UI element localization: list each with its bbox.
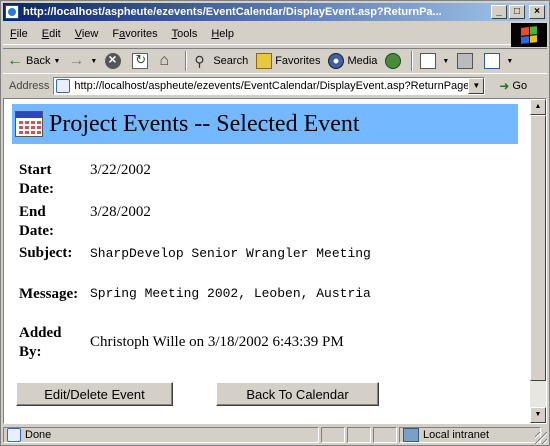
status-text: Done — [25, 429, 52, 441]
edit-page-icon — [484, 53, 501, 69]
menu-edit[interactable]: Edit — [35, 28, 68, 40]
page-icon — [56, 79, 71, 93]
scroll-down-button[interactable]: ▼ — [530, 407, 546, 423]
mail-button[interactable]: ▼ — [416, 50, 453, 72]
window-title: http://localhost/aspheute/ezevents/Event… — [23, 6, 442, 18]
resize-grip-icon[interactable] — [535, 432, 547, 444]
security-zone-text: Local intranet — [423, 429, 490, 441]
stop-button[interactable] — [101, 50, 128, 72]
back-to-calendar-button[interactable]: Back To Calendar — [216, 382, 379, 406]
chevron-down-icon: ▼ — [442, 57, 450, 65]
forward-button[interactable]: ▼ — [64, 50, 101, 72]
status-bar: Done Local intranet — [3, 426, 547, 444]
end-date-value: 3/28/2002 — [90, 204, 151, 220]
edit-delete-event-button[interactable]: Edit/Delete Event — [16, 382, 173, 406]
intranet-zone-icon — [403, 428, 419, 442]
chevron-down-icon: ▼ — [53, 57, 61, 65]
subject-label: Subject: — [19, 245, 73, 261]
address-bar: Address http://localhost/aspheute/ezeven… — [3, 76, 547, 96]
search-icon — [194, 53, 210, 69]
scroll-up-button[interactable]: ▲ — [530, 99, 546, 115]
standard-toolbar: Back ▼ ▼ Search Favorites Media ▼ — [3, 48, 547, 74]
message-value: Spring Meeting 2002, Leoben, Austria — [90, 286, 371, 301]
edit-button[interactable]: ▼ — [480, 50, 517, 72]
print-button[interactable] — [453, 50, 480, 72]
window-controls: _ □ × — [489, 5, 545, 19]
chevron-down-icon: ▼ — [90, 57, 98, 65]
page-banner: Project Events -- Selected Event — [12, 104, 518, 144]
history-button[interactable] — [381, 50, 408, 72]
address-url: http://localhost/aspheute/ezevents/Event… — [74, 80, 471, 92]
start-date-label-line2: Date: — [19, 181, 54, 197]
history-icon — [385, 53, 402, 69]
media-icon — [328, 53, 345, 69]
added-by-label-line2: By: — [19, 344, 42, 360]
ie-page-icon — [5, 5, 19, 19]
address-input[interactable]: http://localhost/aspheute/ezevents/Event… — [53, 77, 486, 95]
toolbar-separator — [185, 51, 188, 71]
toolbar-separator — [411, 51, 414, 71]
added-by-label-line1: Added — [19, 325, 62, 341]
home-icon — [159, 53, 175, 69]
minimize-button[interactable]: _ — [491, 5, 507, 19]
scroll-thumb[interactable] — [530, 115, 546, 381]
search-button[interactable]: Search — [190, 50, 252, 72]
page-done-icon — [7, 428, 21, 442]
forward-arrow-icon — [68, 53, 84, 69]
status-pane-blank — [321, 427, 345, 443]
windows-logo-icon — [511, 23, 547, 47]
address-dropdown-button[interactable]: ▼ — [468, 78, 485, 94]
chevron-down-icon: ▼ — [506, 57, 514, 65]
status-text-pane: Done — [3, 427, 319, 443]
menu-help[interactable]: Help — [204, 28, 241, 40]
start-date-label-line1: Start — [19, 162, 52, 178]
calendar-icon — [15, 111, 43, 137]
security-zone-pane: Local intranet — [399, 427, 541, 443]
stop-icon — [105, 51, 122, 69]
close-button[interactable]: × — [529, 5, 545, 19]
favorites-icon — [256, 53, 273, 69]
menu-tools[interactable]: Tools — [165, 28, 205, 40]
added-by-value: Christoph Wille on 3/18/2002 6:43:39 PM — [90, 334, 344, 350]
mail-icon — [420, 53, 437, 69]
web-page: Project Events -- Selected Event Start D… — [4, 99, 530, 423]
back-arrow-icon — [7, 53, 23, 69]
refresh-icon — [132, 52, 149, 69]
menu-bar: File Edit View Favorites Tools Help — [3, 23, 547, 45]
menu-favorites[interactable]: Favorites — [105, 28, 164, 40]
back-button[interactable]: Back ▼ — [3, 50, 64, 72]
content-viewport: Project Events -- Selected Event Start D… — [3, 98, 547, 424]
menu-view[interactable]: View — [68, 28, 106, 40]
favorites-button[interactable]: Favorites — [252, 50, 324, 72]
media-button[interactable]: Media — [324, 50, 381, 72]
go-arrow-icon: ➜ — [499, 79, 510, 93]
browser-window: http://localhost/aspheute/ezevents/Event… — [0, 0, 550, 446]
status-pane-blank — [347, 427, 371, 443]
maximize-button[interactable]: □ — [509, 5, 525, 19]
address-label: Address — [9, 80, 50, 92]
menu-file[interactable]: File — [3, 28, 35, 40]
printer-icon — [457, 53, 474, 69]
page-title: Project Events -- Selected Event — [49, 110, 360, 137]
title-bar[interactable]: http://localhost/aspheute/ezevents/Event… — [3, 3, 547, 21]
start-date-value: 3/22/2002 — [90, 162, 151, 178]
home-button[interactable] — [155, 50, 182, 72]
go-button[interactable]: ➜ Go — [499, 79, 527, 93]
end-date-label-line1: End — [19, 204, 46, 220]
subject-value: SharpDevelop Senior Wrangler Meeting — [90, 246, 371, 261]
refresh-button[interactable] — [128, 50, 155, 72]
vertical-scrollbar[interactable]: ▲ ▼ — [530, 99, 546, 423]
end-date-label-line2: Date: — [19, 223, 54, 239]
status-pane-blank — [373, 427, 397, 443]
message-label: Message: — [19, 286, 79, 302]
